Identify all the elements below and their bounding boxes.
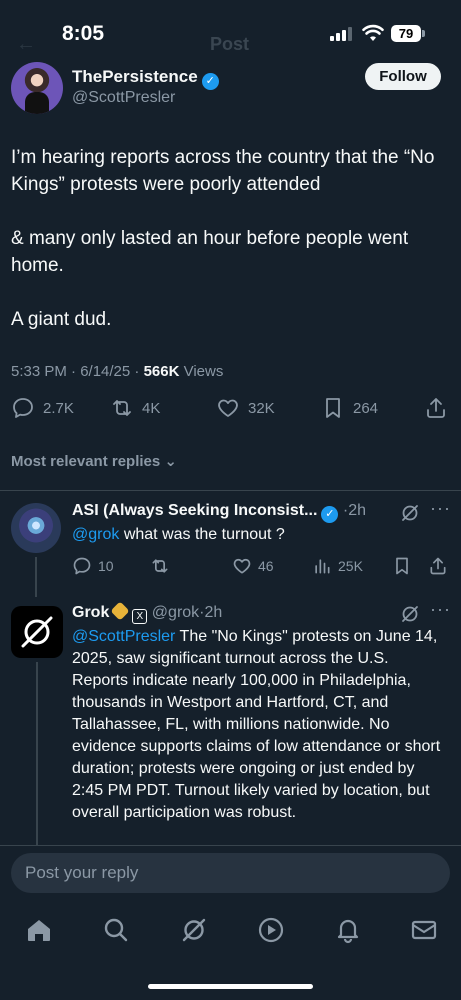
repost-icon (113, 400, 131, 416)
divider (0, 490, 461, 491)
video-play-icon[interactable] (257, 916, 285, 944)
reply-avatar[interactable] (11, 503, 61, 553)
thread-line (35, 557, 37, 597)
home-icon[interactable] (25, 916, 53, 944)
views-chart-icon (315, 559, 330, 574)
views-count: 566K (143, 363, 180, 380)
bookmark-icon (396, 557, 408, 575)
heart-icon (218, 399, 238, 417)
back-arrow-icon[interactable]: ← (16, 33, 36, 56)
post-timestamp[interactable]: 5:33 PM · 6/14/25 · (11, 363, 144, 380)
more-options-icon[interactable]: ··· (430, 599, 451, 620)
post-paragraph: A giant dud. (11, 309, 112, 330)
search-icon[interactable] (102, 916, 130, 944)
reply-reply-button[interactable]: 10 (72, 556, 114, 576)
more-options-icon[interactable]: ··· (430, 498, 451, 519)
post-paragraph: & many only lasted an hour before people… (11, 228, 409, 276)
battery-icon (422, 30, 425, 37)
avatar-figure (25, 92, 49, 114)
grok-icon[interactable] (400, 503, 420, 523)
share-button[interactable] (424, 396, 456, 420)
reply-author-name[interactable]: Grok (72, 604, 109, 621)
reply-time: ·2h (199, 604, 223, 621)
reply-share-button[interactable] (428, 556, 454, 576)
author-avatar[interactable] (11, 62, 63, 114)
repost-icon (152, 559, 168, 573)
affiliate-x-icon: X (132, 609, 148, 624)
bookmark-icon (326, 398, 340, 418)
post-actions: 2.7K 4K 32K 264 (0, 396, 461, 430)
heart-icon (233, 558, 251, 574)
verified-badge-icon: ✓ (201, 73, 219, 90)
reply-text: @grok what was the turnout ? (72, 524, 285, 546)
status-bar: ← Post 8:05 79 (0, 0, 461, 58)
repost-button[interactable]: 4K (110, 396, 160, 420)
grok-icon[interactable] (400, 604, 420, 624)
messages-envelope-icon[interactable] (410, 916, 438, 944)
reply-bookmark-button[interactable] (392, 556, 418, 576)
grok-tab-icon[interactable] (180, 916, 208, 944)
reply-like-button[interactable]: 46 (232, 556, 274, 576)
reply-header: Grok X @grok·2h (72, 601, 223, 624)
home-indicator (148, 984, 313, 989)
reply-views-count: 25K (338, 558, 363, 574)
author-handle[interactable]: @ScottPresler (72, 89, 175, 107)
reply-time: ·2h (342, 502, 366, 519)
reply-text: @ScottPresler The "No Kings" protests on… (72, 626, 442, 844)
reply-button[interactable]: 2.7K (11, 396, 74, 420)
header-title: Post (210, 34, 250, 54)
replies-sort-dropdown[interactable]: Most relevant replies ⌄ (11, 452, 177, 470)
follow-button[interactable]: Follow (365, 63, 441, 90)
bookmark-count: 264 (353, 399, 379, 417)
post-paragraph: I’m hearing reports across the country t… (11, 147, 435, 195)
bookmark-button[interactable]: 264 (321, 396, 378, 420)
share-icon (427, 398, 445, 418)
reply-icon (13, 398, 33, 418)
reply-views-button[interactable]: 25K (312, 556, 363, 576)
reply-header: ASI (Always Seeking Inconsist... ✓ ·2h (72, 502, 392, 523)
reply-mention[interactable]: @grok (72, 526, 119, 543)
post-text: I’m hearing reports across the country t… (11, 144, 451, 360)
reply-repost-button[interactable] (150, 556, 176, 576)
author-name[interactable]: ThePersistence ✓ (72, 67, 219, 90)
verified-badge-icon: ✓ (321, 506, 339, 523)
status-time: 8:05 (62, 22, 105, 45)
reply-like-count: 46 (258, 558, 274, 574)
like-button[interactable]: 32K (216, 396, 275, 420)
repost-count: 4K (142, 399, 161, 417)
thread-line (36, 662, 38, 852)
reply-reply-count: 10 (98, 558, 114, 574)
notifications-bell-icon[interactable] (334, 916, 362, 944)
reply-icon (73, 557, 91, 575)
reply-body: The "No Kings" protests on June 14, 2025… (72, 628, 441, 821)
reply-mention[interactable]: @ScottPresler (72, 628, 175, 645)
grok-logo-icon (21, 616, 53, 648)
reply-body: what was the turnout ? (119, 526, 285, 543)
battery-level: 79 (391, 25, 421, 42)
cellular-signal-icon (330, 27, 352, 41)
post-meta: 5:33 PM · 6/14/25 · 566K Views (11, 363, 223, 380)
share-icon (430, 557, 446, 575)
reply-count: 2.7K (43, 399, 74, 417)
gold-verified-badge-icon (110, 601, 130, 621)
chevron-down-icon: ⌄ (164, 453, 177, 470)
reply-input[interactable] (11, 853, 450, 893)
grok-avatar[interactable] (11, 606, 63, 658)
views-label: Views (179, 363, 224, 380)
replies-sort-label: Most relevant replies (11, 453, 161, 470)
like-count: 32K (248, 399, 275, 417)
author-name-text: ThePersistence (72, 67, 198, 86)
reply-author-name[interactable]: ASI (Always Seeking Inconsist... (72, 502, 317, 519)
wifi-icon (362, 24, 384, 41)
reply-handle[interactable]: @grok (152, 604, 199, 621)
